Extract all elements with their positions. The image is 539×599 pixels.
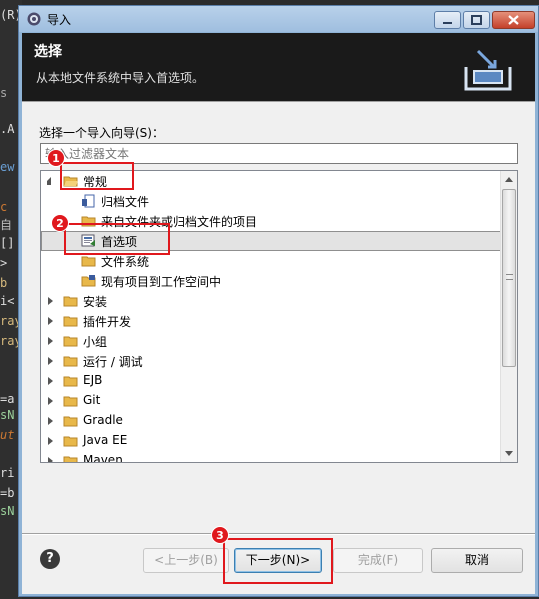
editor-line: sN	[0, 504, 15, 518]
editor-line: s	[0, 86, 8, 100]
back-button[interactable]: <上一步(B)	[143, 548, 229, 573]
editor-line: sN	[0, 408, 15, 422]
scroll-down-button[interactable]	[501, 445, 517, 462]
editor-line: .A	[0, 122, 15, 136]
tree-node-gradle[interactable]: Gradle	[41, 411, 501, 431]
collapsed-arrow-icon[interactable]	[48, 437, 53, 445]
tree-node-label: 小组	[83, 335, 108, 349]
editor-line: 自	[0, 218, 13, 232]
scroll-down-arrow-icon	[505, 451, 513, 456]
tree-node-team[interactable]: 小组	[41, 331, 501, 351]
folder-icon	[63, 436, 78, 447]
tree-scrollbar[interactable]	[500, 171, 517, 462]
minimize-icon	[443, 22, 452, 24]
scroll-grip	[506, 274, 513, 280]
wizard-tree[interactable]: 常规 归档文件 来自文件夹或归档文件的项目 首选项 文件系统 现有项目到工作空间…	[40, 170, 518, 463]
tree-node-git[interactable]: Git	[41, 391, 501, 411]
folder-icon	[63, 416, 78, 427]
tree-node-ejb[interactable]: EJB	[41, 371, 501, 391]
dialog-client-area: 选择 从本地文件系统中导入首选项。 选择一个导入向导(S)： 常规 归档文件	[22, 33, 535, 594]
filter-input[interactable]	[40, 143, 518, 164]
editor-line: c	[0, 200, 8, 214]
collapsed-arrow-icon[interactable]	[48, 357, 53, 365]
cancel-button[interactable]: 取消	[431, 548, 523, 573]
tree-node-label: 文件系统	[101, 255, 150, 269]
tree-node-java-ee[interactable]: Java EE	[41, 431, 501, 451]
scroll-thumb[interactable]	[502, 189, 516, 367]
tree-node-label: Gradle	[83, 413, 123, 427]
tree-node-label: 现有项目到工作空间中	[101, 275, 222, 289]
collapsed-arrow-icon[interactable]	[48, 297, 53, 305]
tree-node-label: EJB	[83, 373, 103, 387]
title-bar[interactable]: 导入	[19, 6, 538, 32]
annotation-box-1	[60, 162, 134, 190]
tree-node-label: Git	[83, 393, 101, 407]
tree-node-existing-projects[interactable]: 现有项目到工作空间中	[41, 271, 501, 291]
tree-node-install[interactable]: 安装	[41, 291, 501, 311]
editor-line: =a	[0, 392, 15, 406]
close-icon	[508, 15, 519, 25]
project-import-icon	[81, 275, 96, 287]
annotation-box-2	[64, 223, 170, 255]
annotation-badge-3: 3	[211, 526, 229, 544]
collapsed-arrow-icon[interactable]	[48, 417, 53, 425]
editor-line: ew	[0, 160, 15, 174]
window-title: 导入	[47, 13, 72, 27]
editor-line: ri	[0, 466, 15, 480]
tree-node-maven[interactable]: Maven	[41, 451, 501, 463]
tree-node-label: 运行 / 调试	[83, 355, 143, 369]
folder-icon	[81, 256, 96, 267]
editor-line: i<	[0, 294, 15, 308]
tree-node-plugin-dev[interactable]: 插件开发	[41, 311, 501, 331]
collapsed-arrow-icon[interactable]	[48, 317, 53, 325]
folder-icon	[63, 336, 78, 347]
tree-node-label: 归档文件	[101, 195, 150, 209]
folder-icon	[63, 296, 78, 307]
folder-icon	[63, 356, 78, 367]
wizard-select-label: 选择一个导入向导(S)：	[39, 126, 164, 140]
tree-node-label: Maven	[83, 453, 123, 463]
editor-line: []	[0, 236, 15, 250]
import-dialog: 导入 选择 从本地文件系统中导入首选项。 选择一个导入向导(S)： 输入过滤器文…	[18, 5, 539, 597]
maximize-button[interactable]	[463, 11, 490, 29]
tree-node-label: 插件开发	[83, 315, 132, 329]
editor-line: b	[0, 276, 8, 290]
page-title: 选择	[34, 44, 62, 60]
scroll-up-arrow-icon	[505, 177, 513, 182]
import-wizard-icon	[464, 49, 512, 91]
collapsed-arrow-icon[interactable]	[48, 397, 53, 405]
close-button[interactable]	[492, 11, 535, 29]
folder-icon	[63, 396, 78, 407]
folder-icon	[63, 376, 78, 387]
header-separator	[22, 101, 535, 102]
help-button[interactable]: ?	[40, 549, 60, 569]
folder-icon	[63, 316, 78, 327]
annotation-badge-2: 2	[51, 214, 69, 232]
editor-line: ut	[0, 428, 15, 442]
button-bar-separator	[22, 533, 535, 535]
collapsed-arrow-icon[interactable]	[48, 377, 53, 385]
editor-line: =b	[0, 486, 15, 500]
scroll-up-button[interactable]	[501, 171, 517, 188]
archive-file-icon	[82, 194, 95, 208]
annotation-badge-1: 1	[47, 149, 65, 167]
editor-line: >	[0, 256, 8, 270]
tree-node-label: Java EE	[83, 433, 128, 447]
expanded-arrow-icon[interactable]	[47, 177, 51, 185]
minimize-button[interactable]	[434, 11, 461, 29]
maximize-icon	[471, 15, 482, 25]
wizard-header: 选择 从本地文件系统中导入首选项。	[22, 33, 535, 101]
folder-icon	[63, 456, 78, 462]
tree-node-archive-file[interactable]: 归档文件	[41, 191, 501, 211]
annotation-box-3	[223, 538, 333, 584]
tree-node-run-debug[interactable]: 运行 / 调试	[41, 351, 501, 371]
collapsed-arrow-icon[interactable]	[48, 337, 53, 345]
collapsed-arrow-icon[interactable]	[48, 457, 53, 462]
finish-button[interactable]: 完成(F)	[333, 548, 423, 573]
eclipse-gear-icon	[27, 12, 41, 26]
page-description: 从本地文件系统中导入首选项。	[36, 71, 205, 85]
tree-node-label: 安装	[83, 295, 108, 309]
